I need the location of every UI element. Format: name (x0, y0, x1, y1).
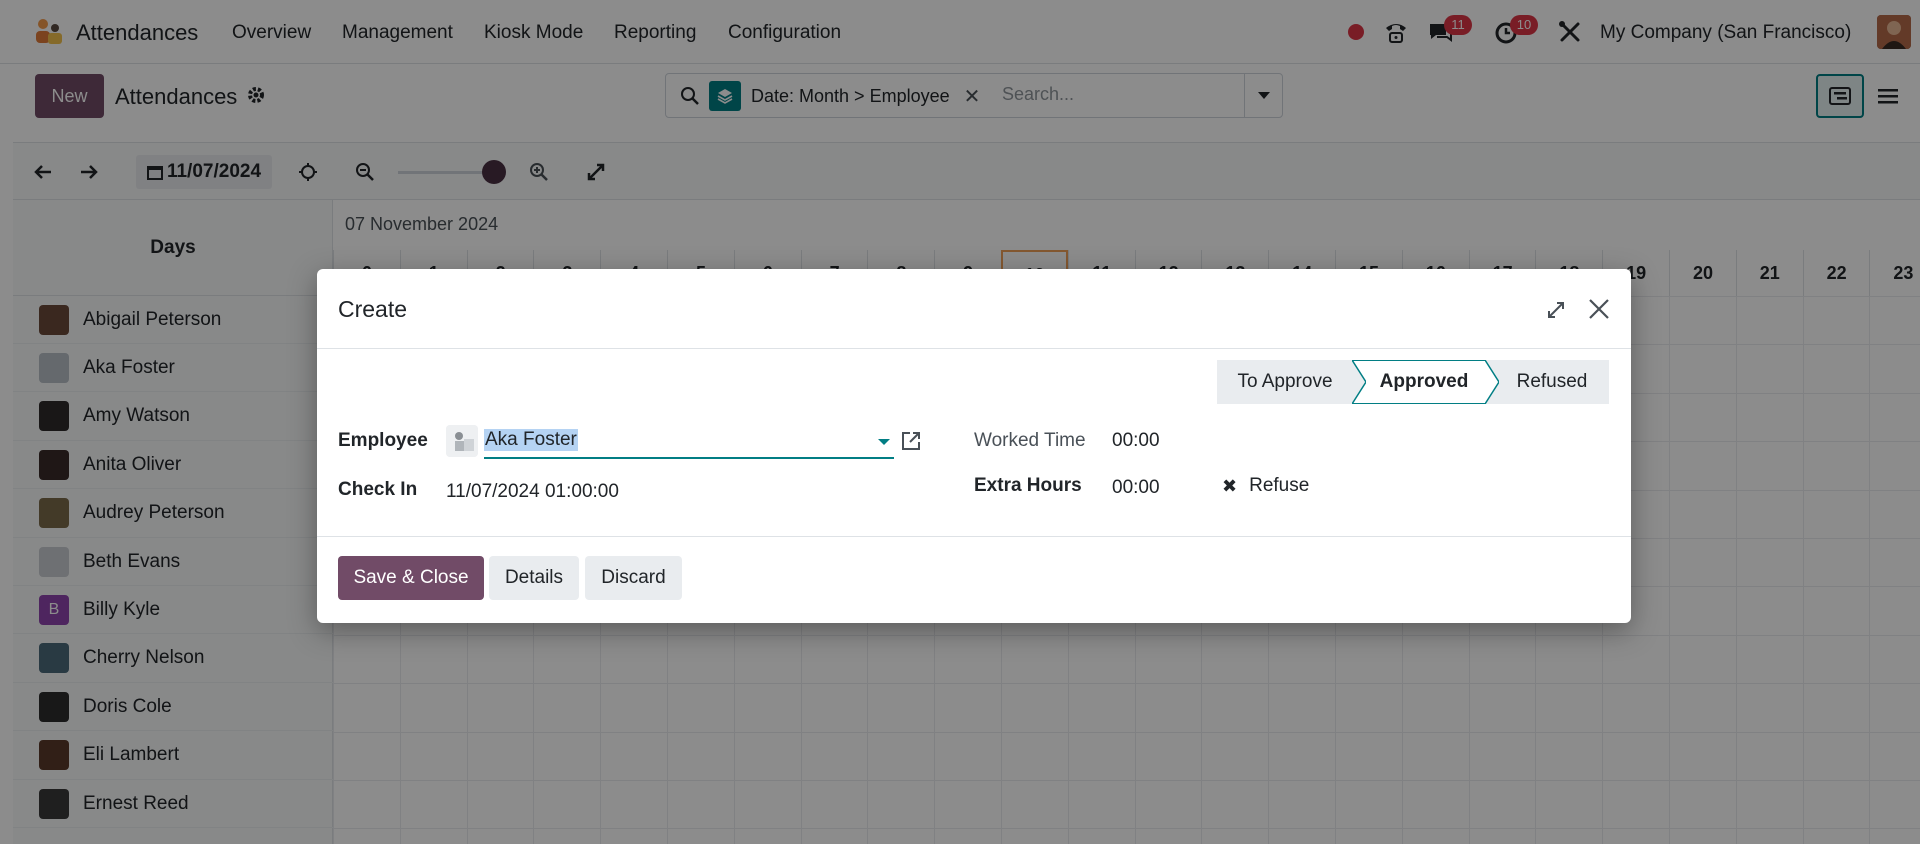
expand-dialog-icon[interactable] (1545, 299, 1567, 321)
chevron-down-icon[interactable] (878, 439, 890, 445)
stage-refused[interactable]: Refused (1485, 360, 1609, 404)
stage-approved[interactable]: Approved (1352, 360, 1499, 404)
external-link-icon[interactable] (900, 430, 922, 452)
employee-value[interactable]: Aka Foster (484, 429, 578, 451)
worked-time-value: 00:00 (1112, 430, 1160, 451)
dialog-header: Create (317, 269, 1631, 349)
extra-hours-value: 00:00 (1112, 477, 1160, 498)
worked-time-label: Worked Time (974, 430, 1086, 451)
close-icon[interactable] (1587, 297, 1611, 321)
refuse-label: Refuse (1249, 475, 1310, 496)
status-bar: To Approve Approved Refused (1217, 360, 1609, 404)
stage-label: To Approve (1237, 371, 1333, 392)
dialog-footer: Save & Close Details Discard (317, 536, 1631, 623)
details-button[interactable]: Details (489, 556, 579, 600)
save-close-button[interactable]: Save & Close (338, 556, 484, 600)
discard-button[interactable]: Discard (585, 556, 682, 600)
employee-avatar (446, 425, 478, 457)
create-dialog: Create To Approve Approved Refused Emplo… (317, 269, 1631, 623)
refuse-button[interactable]: ✖ Refuse (1222, 471, 1309, 501)
stage-to-approve[interactable]: To Approve (1217, 360, 1353, 404)
times-icon: ✖ (1222, 475, 1238, 496)
employee-label: Employee (338, 430, 428, 451)
dialog-title: Create (338, 296, 408, 322)
stage-label: Refused (1516, 371, 1588, 392)
check-in-field[interactable]: 11/07/2024 01:00:00 (446, 481, 619, 503)
employee-field[interactable]: Aka Foster (484, 425, 894, 459)
extra-hours-label: Extra Hours (974, 475, 1082, 496)
stage-chevron-icon (1352, 360, 1366, 404)
stage-chevron-icon (1485, 360, 1499, 404)
stage-label: Approved (1379, 371, 1469, 392)
check-in-label: Check In (338, 479, 418, 500)
